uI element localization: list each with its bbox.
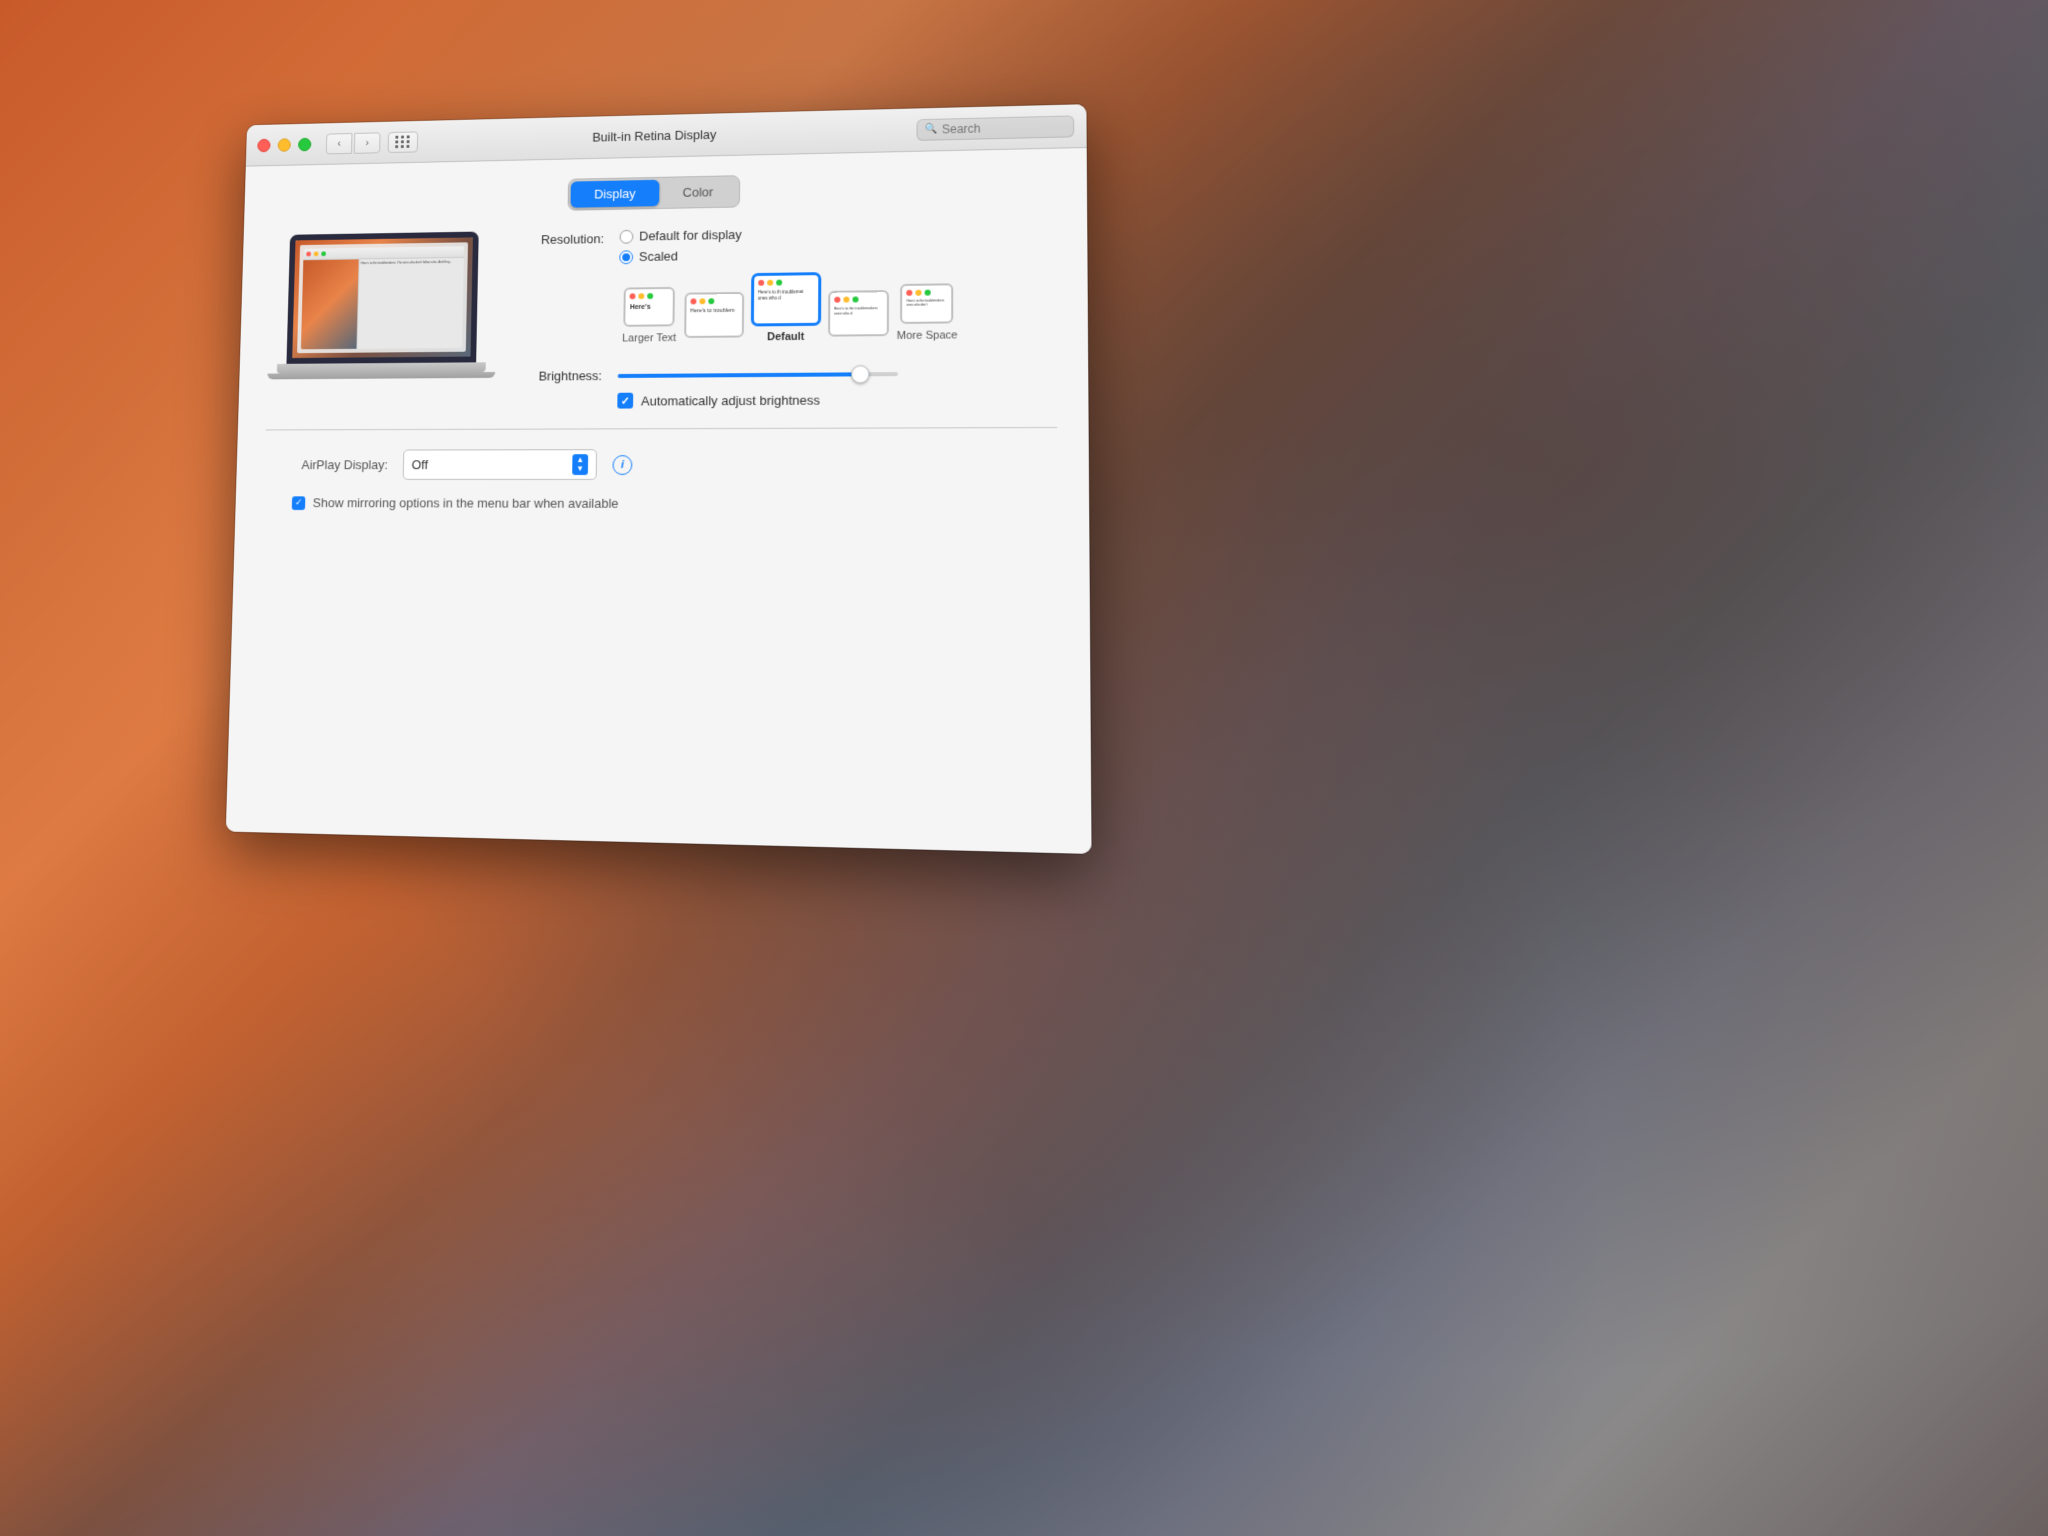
scale-dots-5 xyxy=(903,285,952,298)
brightness-section: Brightness: ✓ Automatically adjust brigh… xyxy=(524,365,1058,409)
preferences-window: ‹ › Built-in Retina Display 🔍 Display Co xyxy=(226,104,1092,854)
auto-brightness-row: ✓ Automatically adjust brightness xyxy=(617,390,1057,408)
window-title: Built-in Retina Display xyxy=(592,127,716,144)
scale-dots-4 xyxy=(830,292,887,305)
tabs-container: Display Color xyxy=(272,169,1056,217)
brightness-row: Brightness: xyxy=(524,365,1057,384)
scale-thumb-3: Here's to th troublemai ones who d xyxy=(752,273,820,325)
chevron-up-icon: ▲ xyxy=(576,456,584,464)
laptop-screen-content: Here's to the troublemakers. The ones wh… xyxy=(297,242,468,353)
scale-dots-1 xyxy=(626,289,673,301)
scale-text-1: Here's xyxy=(626,301,673,314)
brightness-slider[interactable] xyxy=(618,372,898,378)
radio-scaled-circle xyxy=(619,250,633,264)
tab-group: Display Color xyxy=(568,175,740,210)
scale-text-5: Here's to the troublemakers ones who don… xyxy=(903,297,952,309)
radio-default-label: Default for display xyxy=(639,227,742,243)
scale-text-3: Here's to th troublemai ones who d xyxy=(754,287,818,303)
resolution-row: Resolution: Default for display Scaled xyxy=(526,222,1056,266)
scale-label-1: Larger Text xyxy=(622,332,676,344)
tab-color[interactable]: Color xyxy=(659,178,737,206)
search-bar[interactable]: 🔍 xyxy=(916,115,1074,141)
minimize-button[interactable] xyxy=(278,138,291,152)
scale-thumb-5: Here's to the troublemakers ones who don… xyxy=(901,283,954,324)
scale-option-default[interactable]: Here's to th troublemai ones who d Defau… xyxy=(752,273,821,343)
resolution-label: Resolution: xyxy=(526,229,604,247)
scale-text-4: Here's to the troublemakers ones who d xyxy=(830,304,887,318)
main-layout: Here's to the troublemakers. The ones wh… xyxy=(266,222,1057,411)
back-button[interactable]: ‹ xyxy=(326,133,353,154)
radio-scaled-label: Scaled xyxy=(639,249,678,264)
back-arrow-icon: ‹ xyxy=(337,138,341,149)
airplay-label: AirPlay Display: xyxy=(283,457,388,472)
resolution-section: Resolution: Default for display Scaled xyxy=(525,222,1057,346)
window-controls xyxy=(257,137,311,151)
close-button[interactable] xyxy=(257,138,270,151)
forward-button[interactable]: › xyxy=(354,132,381,153)
maximize-button[interactable] xyxy=(298,137,311,151)
mirror-row: ✓ Show mirroring options in the menu bar… xyxy=(292,495,1037,512)
scale-option-2[interactable]: Here's to troublem xyxy=(684,292,744,344)
radio-default[interactable]: Default for display xyxy=(620,227,742,244)
grid-icon xyxy=(395,135,410,148)
brightness-label: Brightness: xyxy=(524,368,602,383)
laptop-image: Here's to the troublemakers. The ones wh… xyxy=(267,231,498,407)
tab-display[interactable]: Display xyxy=(571,180,660,208)
search-icon: 🔍 xyxy=(925,124,938,135)
auto-brightness-checkbox[interactable]: ✓ xyxy=(617,393,633,409)
laptop-foot xyxy=(267,372,495,379)
auto-brightness-label: Automatically adjust brightness xyxy=(641,392,820,408)
scale-option-larger-text[interactable]: Here's Larger Text xyxy=(622,287,677,345)
scale-options-row: Here's Larger Text Here's to troublem xyxy=(622,270,1057,345)
scale-thumb-4: Here's to the troublemakers ones who d xyxy=(828,290,889,337)
scale-label-5: More Space xyxy=(897,329,958,342)
search-input[interactable] xyxy=(942,119,1065,136)
scale-dots-3 xyxy=(754,275,818,288)
info-button[interactable]: i xyxy=(612,455,632,475)
section-divider xyxy=(266,427,1057,430)
scale-option-more-space[interactable]: Here's to the troublemakers ones who don… xyxy=(897,283,958,342)
forward-arrow-icon: › xyxy=(365,137,369,148)
scale-option-4[interactable]: Here's to the troublemakers ones who d xyxy=(828,290,889,343)
mirror-label: Show mirroring options in the menu bar w… xyxy=(313,495,619,510)
radio-default-circle xyxy=(620,229,634,243)
scale-label-3: Default xyxy=(767,331,804,343)
scale-thumb-2: Here's to troublem xyxy=(684,292,744,338)
laptop-screen: Here's to the troublemakers. The ones wh… xyxy=(286,232,478,364)
scale-text-2: Here's to troublem xyxy=(686,306,742,318)
airplay-dropdown[interactable]: Off ▲ ▼ xyxy=(403,449,597,480)
nav-buttons: ‹ › xyxy=(326,132,381,154)
airplay-dropdown-value: Off xyxy=(411,457,566,472)
display-preview: Here's to the troublemakers. The ones wh… xyxy=(267,231,498,407)
scale-thumb-1: Here's xyxy=(624,287,676,327)
bottom-section: AirPlay Display: Off ▲ ▼ i ✓ Show mirror… xyxy=(263,448,1057,522)
scale-dots-2 xyxy=(686,294,742,306)
radio-scaled[interactable]: Scaled xyxy=(619,248,741,265)
dropdown-arrows-icon: ▲ ▼ xyxy=(572,454,588,475)
radio-options: Default for display Scaled xyxy=(619,227,742,264)
settings-panel: Resolution: Default for display Scaled xyxy=(524,222,1058,409)
airplay-row: AirPlay Display: Off ▲ ▼ i xyxy=(283,448,1036,480)
chevron-down-icon: ▼ xyxy=(576,465,584,473)
mirror-checkbox[interactable]: ✓ xyxy=(292,496,306,510)
grid-view-button[interactable] xyxy=(388,131,419,153)
content-area: Display Color xyxy=(226,148,1092,854)
